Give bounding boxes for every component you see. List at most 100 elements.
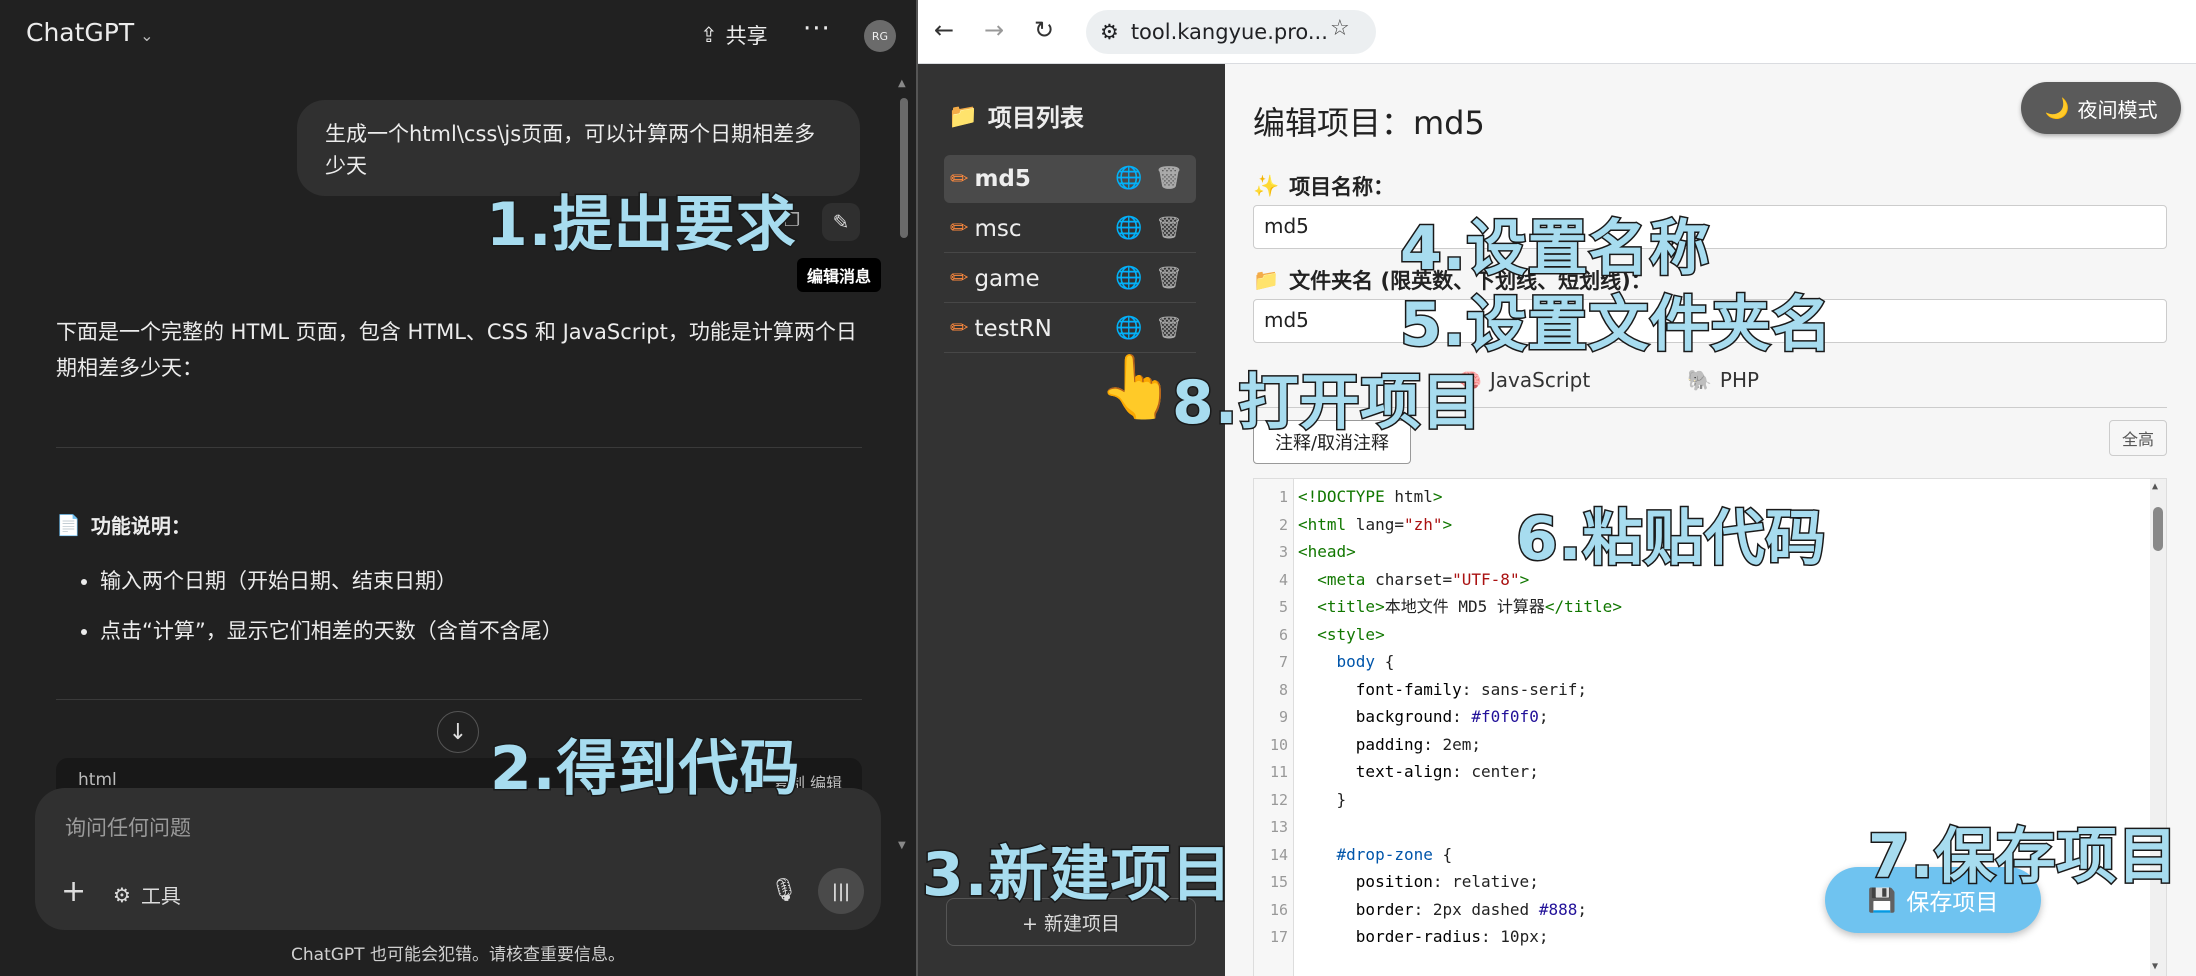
line-number: 9	[1278, 708, 1288, 726]
line-number: 16	[1269, 900, 1288, 919]
moon-icon: 🌙	[2044, 96, 2070, 120]
globe-icon[interactable]: 🌐	[1115, 216, 1142, 241]
line-number: 14	[1269, 845, 1288, 864]
trash-icon[interactable]: 🗑	[1155, 316, 1183, 341]
code-line[interactable]: 5 <title>本地文件 MD5 计算器</title>	[1254, 593, 2134, 621]
annotation-step-8: 8.打开项目	[1171, 367, 1484, 440]
line-number: 6	[1278, 625, 1288, 644]
annotation-step-5: 5.设置文件夹名	[1399, 289, 1834, 362]
url-text: tool.kangyue.pro...	[1130, 20, 1328, 44]
code-line[interactable]: 10 padding: 2em;	[1254, 731, 2134, 759]
model-selector[interactable]: ChatGPT ⌄	[26, 18, 154, 47]
composer[interactable]: 询问任何问题 + ⚙ 工具 🎙 |||	[35, 788, 881, 930]
back-icon[interactable]: ←	[934, 16, 954, 44]
annotation-step-4: 4.设置名称	[1399, 213, 1712, 286]
reload-icon[interactable]: ↻	[1034, 16, 1054, 44]
code-text: text-align: center;	[1355, 762, 1539, 781]
plus-icon[interactable]: +	[61, 874, 86, 909]
trash-icon[interactable]: 🗑	[1155, 266, 1183, 291]
night-mode-button[interactable]: 🌙 夜间模式	[2021, 82, 2181, 134]
annotation-step-1: 1.提出要求	[485, 189, 798, 262]
scroll-down-icon[interactable]: ↓	[437, 711, 479, 753]
code-scrollbar[interactable]: ▲ ▼	[2150, 479, 2166, 976]
edit-tooltip: 编辑消息	[797, 258, 882, 292]
line-number: 8	[1278, 680, 1288, 699]
code-line[interactable]: 7 body {	[1254, 648, 2134, 676]
scroll-up-arrow-icon[interactable]: ▲	[2152, 481, 2158, 492]
microphone-icon[interactable]: 🎙	[770, 878, 798, 903]
code-line[interactable]: 9 background: #f0f0f0;	[1254, 703, 2134, 731]
code-text: padding: 2em;	[1355, 734, 1482, 754]
scroll-down-arrow-icon[interactable]: ▼	[898, 840, 906, 851]
edit-message-button[interactable]: ✎	[822, 203, 860, 241]
elephant-icon: 🐘	[1687, 368, 1712, 392]
assistant-answer-intro: 下面是一个完整的 HTML 页面，包含 HTML、CSS 和 JavaScrip…	[56, 320, 857, 380]
voice-mode-button[interactable]: |||	[818, 868, 864, 914]
site-info-icon[interactable]: ⚙	[1100, 20, 1119, 44]
project-name: md5	[974, 166, 1031, 192]
line-number: 3	[1278, 543, 1288, 561]
brand-label: ChatGPT	[26, 18, 135, 47]
globe-icon[interactable]: 🌐	[1115, 316, 1142, 341]
scroll-thumb[interactable]	[2153, 507, 2163, 551]
feature-title: 📄 功能说明：	[56, 510, 191, 539]
chat-topbar: ChatGPT ⌄ ⇪ 共享 ··· RG	[0, 0, 916, 72]
code-text: border: 2px dashed #888;	[1355, 899, 1587, 919]
sidebar-title: 📁 项目列表	[948, 98, 1084, 133]
annotation-step-3: 3.新建项目	[921, 839, 1234, 912]
chat-scrollbar[interactable]: ▲ ▼	[898, 78, 910, 851]
sidebar-item-msc[interactable]: ✏ msc 🌐 🗑	[944, 205, 1196, 253]
globe-icon[interactable]: 🌐	[1115, 166, 1142, 191]
sidebar-item-md5[interactable]: ✏ md5 🌐 🗑	[944, 155, 1196, 203]
project-name: testRN	[974, 315, 1052, 342]
code-language: html	[78, 770, 117, 790]
night-mode-label: 夜间模式	[2077, 97, 2158, 122]
more-options-icon[interactable]: ···	[803, 14, 831, 44]
pencil-icon: ✏	[950, 266, 969, 291]
trash-icon[interactable]: 🗑	[1155, 216, 1183, 241]
scroll-down-arrow-icon[interactable]: ▼	[2152, 961, 2158, 972]
name-label-text: 项目名称：	[1289, 175, 1395, 199]
avatar[interactable]: RG	[864, 20, 896, 52]
bookmark-star-icon[interactable]: ☆	[1330, 16, 1350, 41]
sidebar-item-game[interactable]: ✏ game 🌐 🗑	[944, 255, 1196, 303]
code-text: <meta charset="UTF-8">	[1317, 569, 1530, 589]
line-number: 12	[1269, 790, 1288, 809]
sliders-icon: ⚙	[113, 882, 131, 907]
forward-icon[interactable]: →	[984, 16, 1004, 44]
tools-button[interactable]: ⚙ 工具	[113, 880, 181, 909]
list-item: 输入两个日期（开始日期、结束日期）	[100, 556, 563, 606]
code-line[interactable]: 11 text-align: center;	[1254, 758, 2134, 786]
folder-icon: 📁	[948, 101, 978, 130]
scroll-thumb[interactable]	[900, 98, 908, 238]
tab-php[interactable]: 🐘 PHP	[1673, 360, 1773, 400]
code-line[interactable]: 6 <style>	[1254, 621, 2134, 649]
share-button[interactable]: ⇪ 共享	[700, 20, 768, 50]
tools-label: 工具	[140, 884, 181, 908]
tab-label: PHP	[1719, 368, 1760, 392]
tab-label: JavaScript	[1489, 368, 1591, 392]
code-text: body {	[1336, 652, 1395, 671]
share-icon: ⇪	[700, 23, 718, 47]
globe-icon[interactable]: 🌐	[1115, 266, 1142, 291]
chevron-down-icon: ⌄	[140, 26, 154, 45]
trash-icon[interactable]: 🗑	[1155, 166, 1183, 191]
pointing-hand-icon: 👆	[1098, 350, 1176, 423]
divider	[56, 447, 862, 448]
line-number: 15	[1269, 873, 1288, 891]
annotation-step-2: 2.得到代码	[489, 733, 802, 806]
code-text: <style>	[1317, 624, 1385, 644]
sidebar-title-text: 项目列表	[987, 104, 1084, 132]
code-line[interactable]: 8 font-family: sans-serif;	[1254, 676, 2134, 704]
full-height-button[interactable]: 全高	[2109, 420, 2167, 456]
line-number: 1	[1278, 488, 1288, 506]
sidebar-item-testrn[interactable]: ✏ testRN 🌐 🗑	[944, 305, 1196, 353]
prompt-input[interactable]: 询问任何问题	[65, 812, 191, 842]
code-text: <title>本地文件 MD5 计算器</title>	[1317, 597, 1622, 616]
share-label: 共享	[725, 24, 768, 48]
scroll-up-arrow-icon[interactable]: ▲	[898, 78, 906, 89]
line-number: 4	[1278, 570, 1288, 589]
pencil-icon: ✏	[950, 166, 969, 192]
page-title: 编辑项目：md5	[1253, 104, 1485, 142]
